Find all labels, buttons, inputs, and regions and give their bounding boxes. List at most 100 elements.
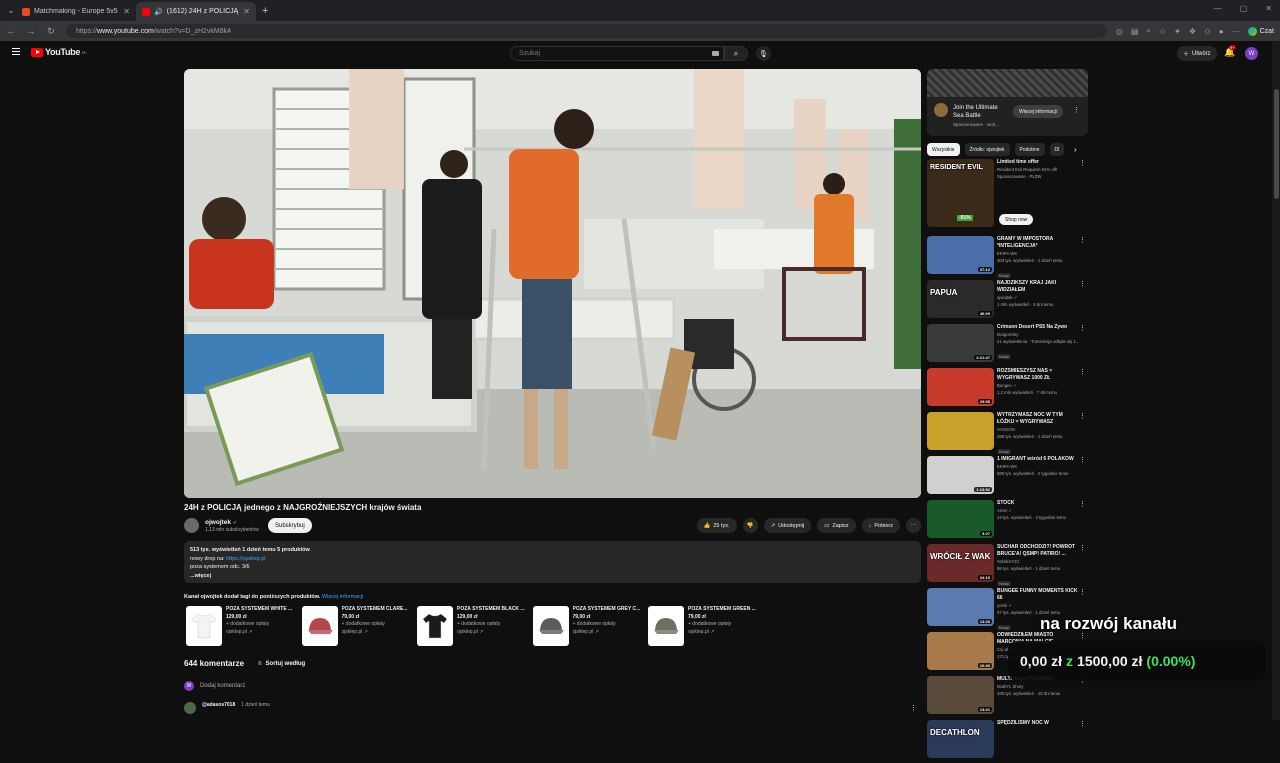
product-store[interactable]: ojsklep.pl ↗ <box>457 629 525 637</box>
video-thumbnail[interactable]: RESIDENT EVIL -91% <box>927 159 994 227</box>
product-store[interactable]: ojsklep.pl ↗ <box>573 629 641 637</box>
commenter-avatar[interactable] <box>184 702 196 714</box>
video-thumbnail[interactable]: 2:21:47 <box>927 324 994 362</box>
more-icon[interactable]: ⋮ <box>1079 456 1086 464</box>
product-store[interactable]: ojsklep.pl ↗ <box>342 629 408 637</box>
filter-chip[interactable]: Podobne <box>1014 143 1045 156</box>
youtube-logo[interactable]: YouTube PL <box>31 47 87 57</box>
create-button[interactable]: ＋ Utwórz <box>1177 46 1217 61</box>
reader-icon[interactable]: ▤ <box>1131 27 1139 36</box>
scrollbar-thumb[interactable] <box>1274 89 1279 199</box>
more-icon[interactable]: ⋮ <box>1079 324 1086 332</box>
favorites-icon[interactable]: ✩ <box>1204 27 1211 36</box>
product-card[interactable]: POZA SYSTEMEM BLACK ... 129,00 zł + doda… <box>417 606 533 646</box>
recommended-video[interactable]: 29:55 ROZŚMIESZYSZ NAS = WYGRYWASZ 1000 … <box>927 368 1088 411</box>
recommended-video[interactable]: 13:21 MULTI nagle PRZERWA ... MultiYL Sh… <box>927 676 1088 719</box>
video-channel[interactable]: MultiYL Shoty <box>997 683 1081 690</box>
more-icon[interactable]: ⋮ <box>1079 159 1086 167</box>
more-icon[interactable]: ⋮ <box>1079 280 1086 288</box>
video-channel[interactable]: Bungee ✓ <box>997 382 1081 389</box>
video-channel[interactable]: EKIPA WK <box>997 463 1081 470</box>
more-icon[interactable]: ⋮ <box>1079 236 1086 244</box>
filter-chip[interactable]: Źródło: ojwojtek <box>964 143 1010 156</box>
more-icon[interactable]: ⋮ <box>1079 588 1086 596</box>
sort-button[interactable]: ≡ Sortuj według <box>258 661 305 667</box>
more-icon[interactable]: ⋯ <box>1232 27 1240 36</box>
product-card[interactable]: POZA SYSTEMEM CLARE... 79,00 zł + dodatk… <box>301 606 418 646</box>
product-store[interactable]: ojsklep.pl ↗ <box>688 629 756 637</box>
maximize-icon[interactable]: ▢ <box>1240 4 1248 13</box>
more-icon[interactable]: ⋮ <box>1079 544 1086 552</box>
browser-tab-1[interactable]: Matchmaking - Europe 5v5 Queue ✕ <box>16 2 136 21</box>
extension-icon[interactable]: ✦ <box>1174 27 1181 36</box>
voice-search-button[interactable]: 🎙 <box>756 46 771 61</box>
description-link[interactable]: https://ojsklep.pl <box>226 556 265 562</box>
video-channel[interactable]: Resident Evil Requiem 91% off! <box>997 166 1081 173</box>
video-channel[interactable]: Amer ✓ <box>997 507 1081 514</box>
video-thumbnail[interactable] <box>927 412 994 450</box>
channel-name[interactable]: ojwojtek ✓ <box>205 519 237 526</box>
add-comment-input[interactable]: Dodaj komentarz <box>200 683 245 689</box>
more-icon[interactable]: ⋮ <box>1079 720 1086 728</box>
video-channel[interactable]: EKIPA WK <box>997 250 1081 257</box>
add-comment-row[interactable]: W Dodaj komentarz <box>184 681 245 691</box>
channel-avatar[interactable] <box>184 518 199 533</box>
dislike-button[interactable]: 👎 <box>742 518 758 533</box>
profile-icon[interactable]: ● <box>1219 27 1224 36</box>
product-card[interactable]: POZA SYSTEMEM GREY C... 79,00 zł + dodat… <box>532 606 649 646</box>
tab-list-icon[interactable]: ⌄ <box>6 5 16 16</box>
download-button[interactable]: ↓ Pobierz <box>861 518 900 533</box>
video-thumbnail[interactable]: PAPUA 46:09 <box>927 280 994 318</box>
browser-tab-2[interactable]: 🔊 (1612) 24H z POLICJĄ jednego ✕ <box>136 2 256 21</box>
minimize-icon[interactable]: — <box>1214 4 1222 13</box>
video-thumbnail[interactable]: 13:21 <box>927 676 994 714</box>
save-button[interactable]: ▭ Zapisz <box>817 518 856 533</box>
notifications-button[interactable]: 🔔 9+ <box>1224 45 1236 58</box>
keyboard-icon[interactable] <box>712 51 719 56</box>
ad-more-info-button[interactable]: Więcej informacji <box>1013 105 1063 118</box>
recommended-video[interactable]: 3:27 STOCK Amer ✓ 23 tys. wyświetleń · 3… <box>927 500 1088 543</box>
product-store[interactable]: ojsklep.pl ↗ <box>226 629 292 637</box>
video-channel[interactable]: SzfalenYZJ <box>997 558 1081 565</box>
description-box[interactable]: 513 tys. wyświetleń 1 dzień temu 5 produ… <box>184 541 921 583</box>
close-icon[interactable]: ✕ <box>243 7 250 16</box>
more-icon[interactable]: ⋮ <box>1079 412 1086 420</box>
filter-chip[interactable]: Dl <box>1049 143 1065 156</box>
video-thumbnail[interactable]: 29:55 <box>927 368 994 406</box>
video-thumbnail[interactable]: 37:12 <box>927 236 994 274</box>
video-channel[interactable]: yoshi ✓ <box>997 602 1081 609</box>
recommended-video[interactable]: WRÓCIŁ Z WAK 34:19 SUCHAR ODCHODZI?! POWR… <box>927 544 1088 587</box>
recommended-video[interactable]: 1:13:52 1 IMIGRANT wśród 6 POLAKÓW EKIPA… <box>927 456 1088 499</box>
chevron-right-icon[interactable]: › <box>1074 145 1077 154</box>
more-actions-button[interactable]: ⋯ <box>906 518 921 533</box>
product-card[interactable]: POZA SYSTEMEM WHITE ... 129,00 zł + doda… <box>186 606 302 646</box>
comment-more-icon[interactable]: ⋮ <box>910 704 917 712</box>
video-player[interactable] <box>184 69 921 498</box>
more-icon[interactable]: ⋮ <box>1079 500 1086 508</box>
video-channel[interactable]: ojwojtek ✓ <box>997 294 1081 301</box>
search-button[interactable]: ⌕ <box>724 46 748 61</box>
product-card[interactable]: POZA SYSTEMEM GREEN ... 79,00 zł + dodat… <box>648 606 764 646</box>
video-thumbnail[interactable]: 1:13:52 <box>927 456 994 494</box>
recommended-video[interactable]: 2:21:47 Crimson Desert PS5 Na Żywo Drago… <box>927 324 1088 367</box>
recommended-video[interactable]: DECATHLON SPĘDZILIŚMY NOC W ⋮ <box>927 720 1088 763</box>
show-more-link[interactable]: ...więcej <box>190 572 915 581</box>
zoom-icon[interactable]: ⌕ <box>1147 26 1151 36</box>
back-icon[interactable]: ← <box>6 26 16 36</box>
speaker-icon[interactable]: 🔊 <box>154 8 163 16</box>
commenter-name[interactable]: @adasos7018 <box>202 702 235 714</box>
forward-icon[interactable]: → <box>26 26 36 36</box>
copilot-button[interactable]: Czat <box>1247 26 1274 36</box>
ad-more-icon[interactable]: ⋮ <box>1073 106 1080 114</box>
star-icon[interactable]: ☆ <box>1159 27 1166 36</box>
recommended-video[interactable]: 37:12 GRAMY W IMPOSTORA *INTELIGENCJA* E… <box>927 236 1088 279</box>
account-avatar[interactable]: W <box>1245 47 1258 60</box>
recommended-video[interactable]: WYTRZYMASZ NOC W TYM ŁÓŻKU = WYGRYWASZ S… <box>927 412 1088 455</box>
sidebar-ad[interactable]: Join the Ultimate Sea Battle Sponsorowan… <box>927 69 1088 136</box>
like-button[interactable]: 👍 25 tys. <box>696 518 737 533</box>
recommended-video[interactable]: PAPUA 46:09 NAJDZIKSZY KRAJ JAKI WIDZIAŁE… <box>927 280 1088 323</box>
reload-icon[interactable]: ↻ <box>46 26 56 37</box>
url-field[interactable]: https://www.youtube.com/watch?v=D_zH2vkM… <box>66 24 1106 38</box>
shop-now-button[interactable]: Shop now <box>999 214 1034 225</box>
menu-icon[interactable] <box>12 48 20 55</box>
